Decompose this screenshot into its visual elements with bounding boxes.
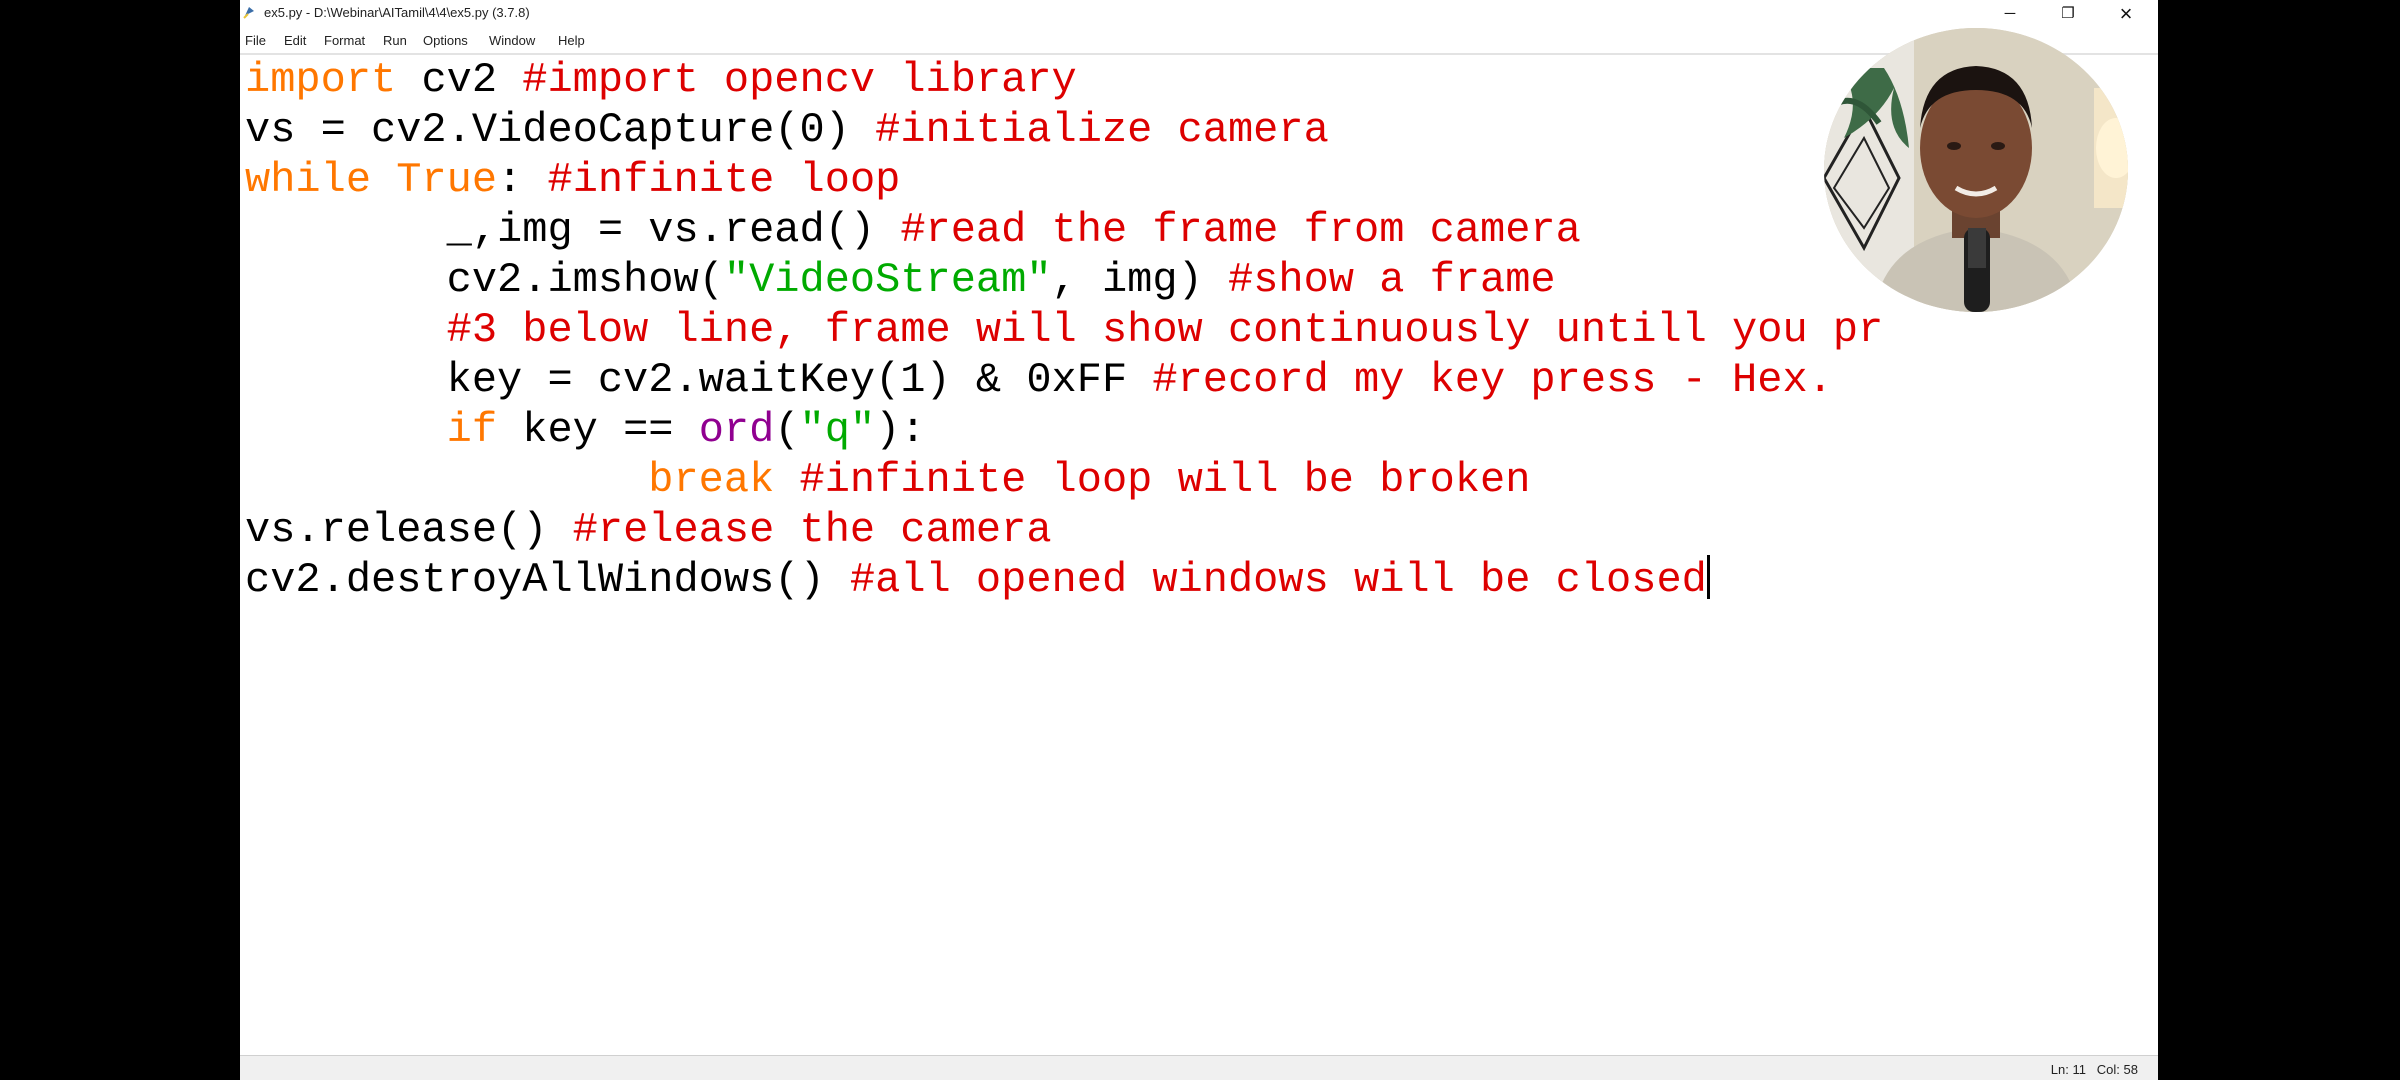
code-line-7: key = cv2.waitKey(1) & 0xFF #record my k… <box>245 356 1833 404</box>
code-line-10: vs.release() #release the camera <box>245 506 1052 554</box>
python-feather-icon <box>243 7 254 19</box>
code-line-11: cv2.destroyAllWindows() #all opened wind… <box>245 555 1710 605</box>
menu-options[interactable]: Options <box>423 33 468 48</box>
menu-bar: File Edit Format Run Options Window Help <box>240 28 2158 52</box>
close-button[interactable]: × <box>2097 0 2155 28</box>
presenter-webcam-image <box>1824 28 2128 312</box>
cursor-position: Ln: 11 Col: 58 <box>2050 1062 2138 1077</box>
menu-window[interactable]: Window <box>489 33 535 48</box>
code-line-4: _,img = vs.read() #read the frame from c… <box>245 206 1581 254</box>
maximize-button[interactable]: ❐ <box>2039 0 2097 28</box>
webcam-overlay <box>1824 28 2128 312</box>
code-line-5: cv2.imshow("VideoStream", img) #show a f… <box>245 256 1556 304</box>
menu-run[interactable]: Run <box>383 33 407 48</box>
status-bar: Ln: 11 Col: 58 <box>240 1055 2158 1080</box>
code-line-3: while True: #infinite loop <box>245 156 901 204</box>
text-cursor <box>1706 555 1710 599</box>
title-bar[interactable]: ex5.py - D:\Webinar\AITamil\4\4\ex5.py (… <box>240 0 2158 28</box>
code-line-9: break #infinite loop will be broken <box>648 456 1531 504</box>
minimize-button[interactable]: ─ <box>1981 0 2039 28</box>
code-line-1: import cv2 #import opencv library <box>245 56 1077 104</box>
code-line-2: vs = cv2.VideoCapture(0) #initialize cam… <box>245 106 1329 154</box>
menu-edit[interactable]: Edit <box>284 33 306 48</box>
menu-file[interactable]: File <box>245 33 266 48</box>
menu-format[interactable]: Format <box>324 33 365 48</box>
code-line-6: #3 below line, frame will show continuou… <box>446 306 1884 354</box>
window-title: ex5.py - D:\Webinar\AITamil\4\4\ex5.py (… <box>264 5 530 20</box>
menu-help[interactable]: Help <box>558 33 585 48</box>
code-line-8: if key == ord("q"): <box>446 406 926 454</box>
